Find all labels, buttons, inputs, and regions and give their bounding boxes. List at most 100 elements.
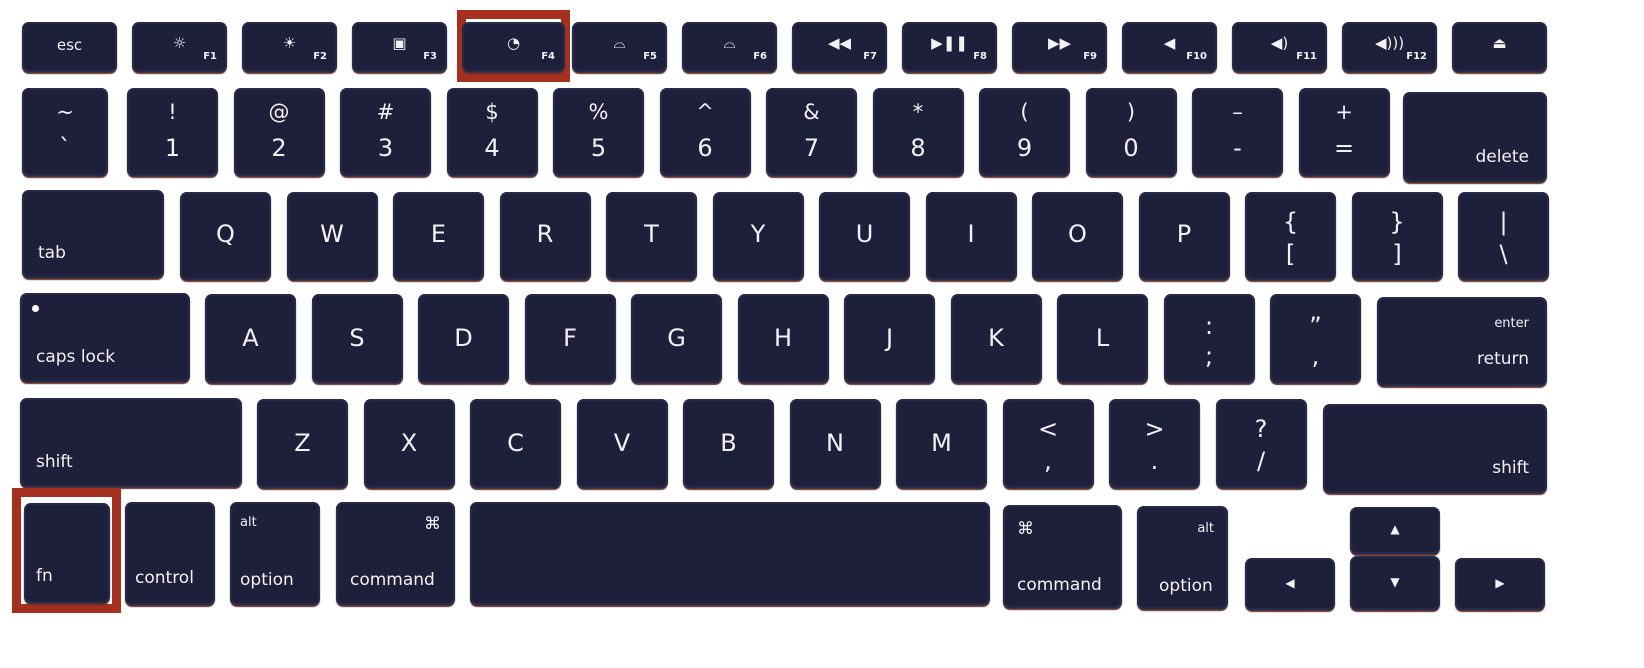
left-command-key[interactable]: ⌘ command [336, 502, 455, 605]
fn-key[interactable]: fn [24, 503, 110, 603]
f6-key[interactable]: ⌓ F6 [682, 22, 777, 72]
number-key-7[interactable]: & 7 [766, 88, 857, 176]
rewind-icon: ◀◀ [827, 34, 852, 52]
left-shift-key[interactable]: shift [20, 398, 242, 487]
key-a-row-6[interactable]: H [737, 294, 829, 383]
arrow-right-key[interactable]: ▶ [1455, 558, 1545, 610]
key-q-row-8[interactable]: I [925, 192, 1017, 280]
key-q-row-12[interactable]: }] [1351, 192, 1443, 280]
left-option-key[interactable]: alt option [230, 502, 320, 605]
key-q-row-11[interactable]: {[ [1245, 192, 1336, 280]
fkey-label: F6 [753, 51, 767, 62]
number-key-1[interactable]: ! 1 [127, 88, 218, 176]
key-top-label: < [1037, 415, 1059, 443]
f7-key[interactable]: ◀◀ F7 [792, 22, 887, 72]
key-q-row-5[interactable]: T [606, 192, 697, 280]
mission-control-icon: ▣ [392, 34, 407, 52]
key-q-row-9[interactable]: O [1032, 192, 1123, 280]
key-label: E [430, 220, 447, 248]
command-label: command [1017, 575, 1102, 595]
key-a-row-1[interactable]: A [205, 294, 296, 383]
number-key-6[interactable]: ^ 6 [659, 88, 751, 176]
f10-key[interactable]: ◀ F10 [1122, 22, 1217, 72]
key-q-row-13[interactable]: | \ [1458, 192, 1549, 280]
key-label: D [454, 324, 473, 352]
key-q-row-3[interactable]: E [393, 192, 484, 280]
f1-key[interactable]: ☼ F1 [132, 22, 227, 72]
number-key-2[interactable]: @2 [233, 88, 325, 176]
number-key-0[interactable]: ~ ` [22, 88, 108, 176]
fkey-label: F11 [1296, 51, 1317, 62]
number-key-11[interactable]: – - [1192, 88, 1283, 176]
key-q-row-2[interactable]: W [286, 192, 378, 280]
return-key[interactable]: enter return [1377, 297, 1547, 386]
key-a-row-4[interactable]: F [524, 294, 616, 383]
key-z-row-4[interactable]: V [576, 399, 668, 488]
right-command-key[interactable]: ⌘ command [1003, 505, 1122, 608]
key-a-row-5[interactable]: G [631, 294, 722, 383]
key-a-row-10[interactable]: :; [1163, 294, 1255, 383]
key-top-label: ! [168, 100, 177, 124]
number-key-4[interactable]: $4 [446, 88, 538, 176]
key-bottom-label: , [1044, 447, 1052, 475]
key-a-row-11[interactable]: ”, [1270, 294, 1361, 383]
right-option-key[interactable]: alt option [1137, 506, 1228, 609]
f9-key[interactable]: ▶▶ F9 [1012, 22, 1107, 72]
key-q-row-10[interactable]: P [1138, 192, 1230, 280]
key-z-row-3[interactable]: C [470, 399, 561, 488]
key-z-row-1[interactable]: Z [257, 399, 348, 488]
key-top-label: # [376, 100, 395, 124]
space-bar[interactable] [470, 502, 990, 605]
fkey-label: F3 [423, 51, 437, 62]
key-a-row-2[interactable]: S [311, 294, 403, 383]
number-key-10[interactable]: ) 0 [1085, 88, 1177, 176]
caps-lock-key[interactable]: caps lock [20, 293, 190, 382]
arrow-up-key[interactable]: ▲ [1350, 507, 1440, 554]
arrow-right-icon: ▶ [1495, 576, 1505, 590]
key-z-row-7[interactable]: M [896, 399, 987, 488]
key-a-row-9[interactable]: L [1057, 294, 1148, 383]
key-a-row-3[interactable]: D [418, 294, 509, 383]
key-label: U [855, 220, 874, 248]
arrow-down-icon: ▼ [1390, 575, 1400, 589]
f12-key[interactable]: ◀))) F12 [1342, 22, 1437, 72]
key-top-label: % [588, 100, 609, 124]
f4-key[interactable]: ◔ F4 [462, 22, 565, 72]
key-q-row-7[interactable]: U [819, 192, 910, 280]
delete-key[interactable]: delete [1403, 92, 1547, 182]
command-symbol-icon: ⌘ [424, 514, 441, 534]
key-z-row-6[interactable]: N [789, 399, 881, 488]
tab-key[interactable]: tab [22, 190, 164, 278]
right-shift-key[interactable]: shift [1323, 404, 1547, 493]
number-key-8[interactable]: * 8 [872, 88, 964, 176]
f8-key[interactable]: ▶❚❚ F8 [902, 22, 997, 72]
key-q-row-4[interactable]: R [499, 192, 591, 280]
key-a-row-8[interactable]: K [950, 294, 1042, 383]
esc-key[interactable]: esc [22, 22, 117, 72]
key-z-row-8[interactable]: <, [1002, 399, 1094, 488]
key-z-row-2[interactable]: X [363, 399, 455, 488]
f11-key[interactable]: ◀) F11 [1232, 22, 1327, 72]
f3-key[interactable]: ▣ F3 [352, 22, 447, 72]
key-q-row-1[interactable]: Q [180, 192, 271, 280]
number-key-12[interactable]: + = [1298, 88, 1390, 176]
key-q-row-6[interactable]: Y [712, 192, 804, 280]
keyboard-light-down-icon: ⌓ [613, 34, 626, 52]
arrow-down-key[interactable]: ▼ [1350, 556, 1440, 610]
eject-key[interactable]: ⏏ [1452, 22, 1547, 72]
f5-key[interactable]: ⌓ F5 [572, 22, 667, 72]
key-z-row-10[interactable]: ? / [1215, 399, 1307, 488]
key-z-row-5[interactable]: B [683, 399, 774, 488]
key-label: Y [750, 220, 766, 248]
number-key-5[interactable]: % 5 [553, 88, 644, 176]
key-top-label: ~ [56, 100, 74, 124]
f2-key[interactable]: ☀ F2 [242, 22, 337, 72]
volume-up-icon: ◀))) [1374, 34, 1405, 52]
fkey-label: F2 [313, 51, 327, 62]
number-key-3[interactable]: #3 [340, 88, 431, 176]
number-key-9[interactable]: (9 [979, 88, 1070, 176]
arrow-left-key[interactable]: ◀ [1245, 558, 1335, 610]
key-a-row-7[interactable]: J [844, 294, 935, 383]
key-z-row-9[interactable]: >. [1109, 399, 1200, 488]
control-key[interactable]: control [125, 502, 215, 605]
